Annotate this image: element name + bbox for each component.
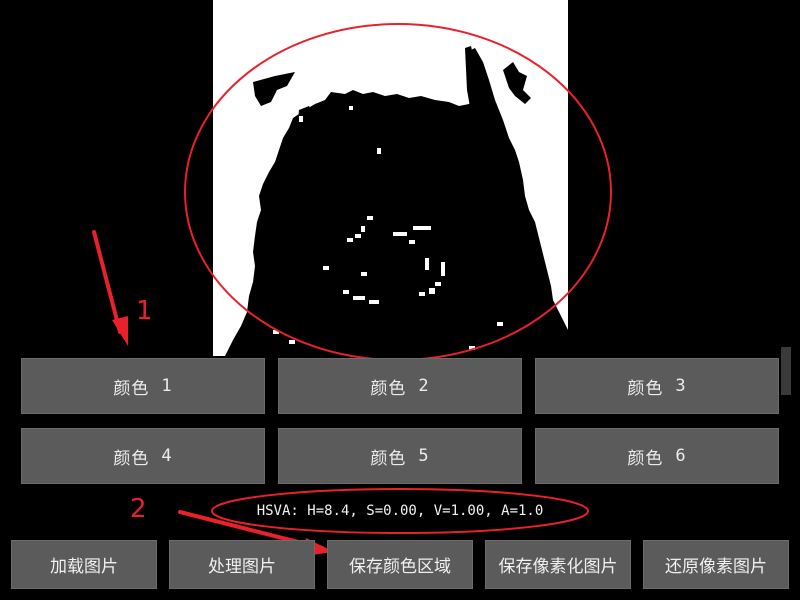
save-pixelated-image-button[interactable]: 保存像素化图片 xyxy=(485,540,631,589)
save-color-region-button[interactable]: 保存颜色区域 xyxy=(327,540,473,589)
color-2-button[interactable]: 颜色 2 xyxy=(278,358,522,414)
color-button-index: 2 xyxy=(418,376,430,396)
annotation-arrow-1-head xyxy=(112,316,128,346)
color-4-button[interactable]: 颜色 4 xyxy=(21,428,265,484)
color-button-index: 4 xyxy=(161,446,173,466)
color-3-button[interactable]: 颜色 3 xyxy=(535,358,779,414)
app-window: 1 2 颜色 1 颜色 2 颜色 3 颜色 4 颜色 5 颜色 6 HSVA: H=8.4,… xyxy=(0,0,800,600)
color-button-label: 颜色 xyxy=(627,378,664,399)
pixelated-image xyxy=(213,0,568,356)
annotation-marker-1: 1 xyxy=(136,296,153,326)
color-button-label: 颜色 xyxy=(370,448,407,469)
hsva-readout: HSVA: H=8.4, S=0.00, V=1.00, A=1.0 xyxy=(256,503,544,519)
load-image-button[interactable]: 加载图片 xyxy=(11,540,157,589)
restore-pixel-image-button[interactable]: 还原像素图片 xyxy=(643,540,789,589)
color-button-label: 颜色 xyxy=(113,448,150,469)
color-6-button[interactable]: 颜色 6 xyxy=(535,428,779,484)
annotation-marker-2: 2 xyxy=(130,494,147,524)
color-button-index: 1 xyxy=(161,376,173,396)
color-button-index: 6 xyxy=(675,446,687,466)
process-image-button[interactable]: 处理图片 xyxy=(169,540,315,589)
image-preview[interactable] xyxy=(213,0,568,356)
color-button-index: 5 xyxy=(418,446,430,466)
color-button-label: 颜色 xyxy=(627,448,664,469)
color-button-index: 3 xyxy=(675,376,687,396)
color-1-button[interactable]: 颜色 1 xyxy=(21,358,265,414)
color-5-button[interactable]: 颜色 5 xyxy=(278,428,522,484)
scrollbar-thumb[interactable] xyxy=(781,347,791,395)
color-button-label: 颜色 xyxy=(370,378,407,399)
annotation-arrow-1-shaft xyxy=(92,230,122,334)
color-button-label: 颜色 xyxy=(113,378,150,399)
